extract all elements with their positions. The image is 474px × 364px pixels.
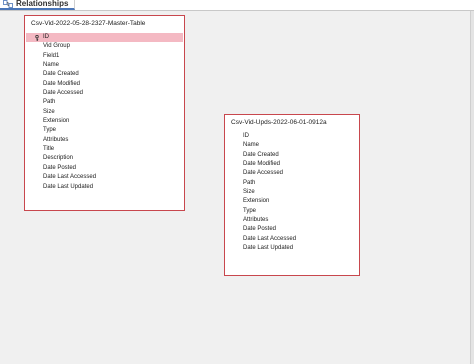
field-item[interactable]: Type	[26, 126, 183, 135]
field-item[interactable]: Description	[26, 154, 183, 163]
field-item[interactable]: Date Posted	[226, 225, 358, 234]
field-label: Date Last Accessed	[243, 235, 297, 242]
field-label: Type	[243, 207, 257, 214]
field-item[interactable]: ID	[226, 132, 358, 141]
field-label: Path	[243, 179, 256, 186]
field-item[interactable]: Date Created	[226, 151, 358, 160]
field-label: ID	[243, 133, 249, 139]
field-label: ID	[43, 34, 49, 40]
field-item[interactable]: Name	[226, 141, 358, 150]
field-label: Path	[43, 99, 56, 106]
document-tab-bar: Relationships	[0, 0, 474, 11]
field-item[interactable]: Type	[226, 207, 358, 216]
field-item[interactable]: Date Accessed	[226, 169, 358, 178]
table-updates[interactable]: Csv-Vid-Upds-2022-06-01-0912a ID Name Da…	[224, 114, 360, 276]
field-item[interactable]: Field1	[26, 52, 183, 61]
field-list: ID Name Date Created Date Modified Date …	[226, 132, 358, 253]
field-label: Date Last Accessed	[43, 174, 97, 181]
field-item[interactable]: Vid Group	[26, 42, 183, 51]
field-label: Size	[43, 108, 55, 115]
field-label: Date Created	[243, 151, 279, 158]
field-item[interactable]: Attributes	[26, 136, 183, 145]
field-label: Name	[43, 62, 60, 69]
field-label: Size	[243, 189, 255, 196]
field-label: Date Last Updated	[243, 245, 294, 252]
field-item[interactable]: Path	[226, 179, 358, 188]
field-label: Date Accessed	[243, 170, 284, 177]
field-item[interactable]: Name	[26, 61, 183, 70]
field-item[interactable]: Date Last Accessed	[26, 173, 183, 182]
field-item[interactable]: Date Modified	[26, 80, 183, 89]
field-label: Name	[243, 142, 260, 149]
field-label: Date Posted	[243, 226, 277, 233]
tab-label: Relationships	[16, 0, 69, 8]
field-label: Date Last Updated	[43, 183, 94, 190]
vertical-scrollbar[interactable]	[470, 11, 474, 364]
field-label: Field1	[43, 52, 60, 59]
field-item[interactable]: Attributes	[226, 216, 358, 225]
field-label: Date Created	[43, 71, 79, 78]
field-item[interactable]: Date Posted	[26, 164, 183, 173]
primary-key-icon	[35, 34, 39, 41]
table-title[interactable]: Csv-Vid-Upds-2022-06-01-0912a	[231, 118, 327, 127]
field-label: Description	[43, 155, 74, 162]
field-item[interactable]: Size	[26, 108, 183, 117]
field-item[interactable]: Size	[226, 188, 358, 197]
relationships-window: Relationships Csv-Vid-2022-05-28-2327-Ma…	[0, 0, 474, 364]
table-title[interactable]: Csv-Vid-2022-05-28-2327-Master-Table	[31, 19, 145, 28]
field-label: Vid Group	[43, 43, 70, 50]
field-item[interactable]: Path	[26, 98, 183, 107]
field-item[interactable]: ID	[26, 33, 183, 43]
field-item[interactable]: Date Last Updated	[26, 183, 183, 192]
field-label: Type	[43, 127, 57, 134]
field-item[interactable]: Date Created	[26, 70, 183, 79]
field-label: Title	[43, 146, 55, 153]
tab-relationships[interactable]: Relationships	[0, 0, 76, 10]
field-item[interactable]: Date Accessed	[26, 89, 183, 98]
table-master[interactable]: Csv-Vid-2022-05-28-2327-Master-Table ID …	[24, 15, 185, 211]
field-item[interactable]: Extension	[26, 117, 183, 126]
field-label: Extension	[243, 198, 270, 205]
field-label: Date Accessed	[43, 90, 84, 97]
field-item[interactable]: Extension	[226, 197, 358, 206]
field-item[interactable]: Date Last Updated	[226, 244, 358, 253]
field-label: Extension	[43, 118, 70, 125]
field-item[interactable]: Date Modified	[226, 160, 358, 169]
field-label: Date Modified	[243, 161, 281, 168]
field-item[interactable]: Date Last Accessed	[226, 235, 358, 244]
field-label: Attributes	[43, 136, 69, 143]
relationships-icon	[3, 0, 13, 8]
field-label: Date Posted	[43, 164, 77, 171]
field-label: Attributes	[243, 217, 269, 224]
field-list: ID Vid Group Field1 Name Date Created Da…	[26, 33, 183, 192]
field-label: Date Modified	[43, 80, 81, 87]
field-item[interactable]: Title	[26, 145, 183, 154]
